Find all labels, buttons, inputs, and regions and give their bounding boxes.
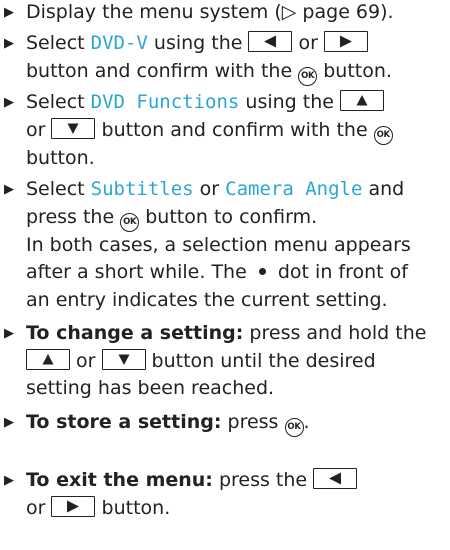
left-arrow-button-icon bbox=[313, 468, 358, 489]
instruction-page: ▶ Display the menu system (▷ page 69). ▶… bbox=[0, 0, 450, 550]
step-arrow-icon: ▶ bbox=[4, 326, 14, 341]
step-arrow-icon: ▶ bbox=[4, 36, 14, 51]
step-arrow-icon: ▶ bbox=[4, 5, 14, 20]
ok-button-icon: OK bbox=[373, 125, 393, 145]
step-arrow-icon: ▶ bbox=[4, 415, 14, 430]
step-2: ▶ Select DVD-V using the or button and c… bbox=[4, 30, 444, 86]
step-1: ▶ Display the menu system (▷ page 69). bbox=[4, 0, 444, 27]
step-3: ▶ Select DVD Functions using the or butt… bbox=[4, 89, 444, 172]
left-arrow-button-icon bbox=[248, 31, 293, 52]
step-arrow-icon: ▶ bbox=[4, 95, 14, 110]
step-5: ▶ To change a setting: press and hold th… bbox=[4, 322, 427, 399]
ok-button-icon: OK bbox=[120, 212, 140, 232]
down-arrow-button-icon bbox=[51, 117, 96, 139]
step-7: ▶ To exit the menu: press the or button. bbox=[4, 467, 444, 522]
menu-item-subtitles: Subtitles bbox=[90, 178, 194, 200]
step-heading: To exit the menu: bbox=[26, 469, 213, 491]
step-heading: To store a setting: bbox=[26, 411, 222, 433]
step-arrow-icon: ▶ bbox=[4, 473, 14, 488]
step-4: ▶ Select Subtitles or Camera Angle and p… bbox=[4, 178, 411, 311]
down-arrow-button-icon bbox=[101, 348, 146, 370]
step-heading: To change a setting: bbox=[26, 322, 244, 344]
menu-item-dvd-functions: DVD Functions bbox=[90, 91, 240, 113]
current-setting-dot-icon bbox=[258, 268, 266, 275]
menu-item-dvd-v: DVD-V bbox=[90, 32, 148, 54]
right-arrow-button-icon bbox=[51, 495, 96, 517]
ok-button-icon: OK bbox=[298, 66, 318, 86]
up-arrow-button-icon bbox=[26, 348, 70, 370]
step-arrow-icon: ▶ bbox=[4, 182, 14, 197]
step-6: ▶ To store a setting: press OK. bbox=[4, 409, 444, 437]
right-arrow-button-icon bbox=[324, 31, 368, 52]
ok-button-icon: OK bbox=[284, 418, 304, 437]
page-reference-icon: ▷ bbox=[281, 1, 297, 23]
up-arrow-button-icon bbox=[340, 90, 384, 111]
menu-item-camera-angle: Camera Angle bbox=[225, 178, 363, 200]
